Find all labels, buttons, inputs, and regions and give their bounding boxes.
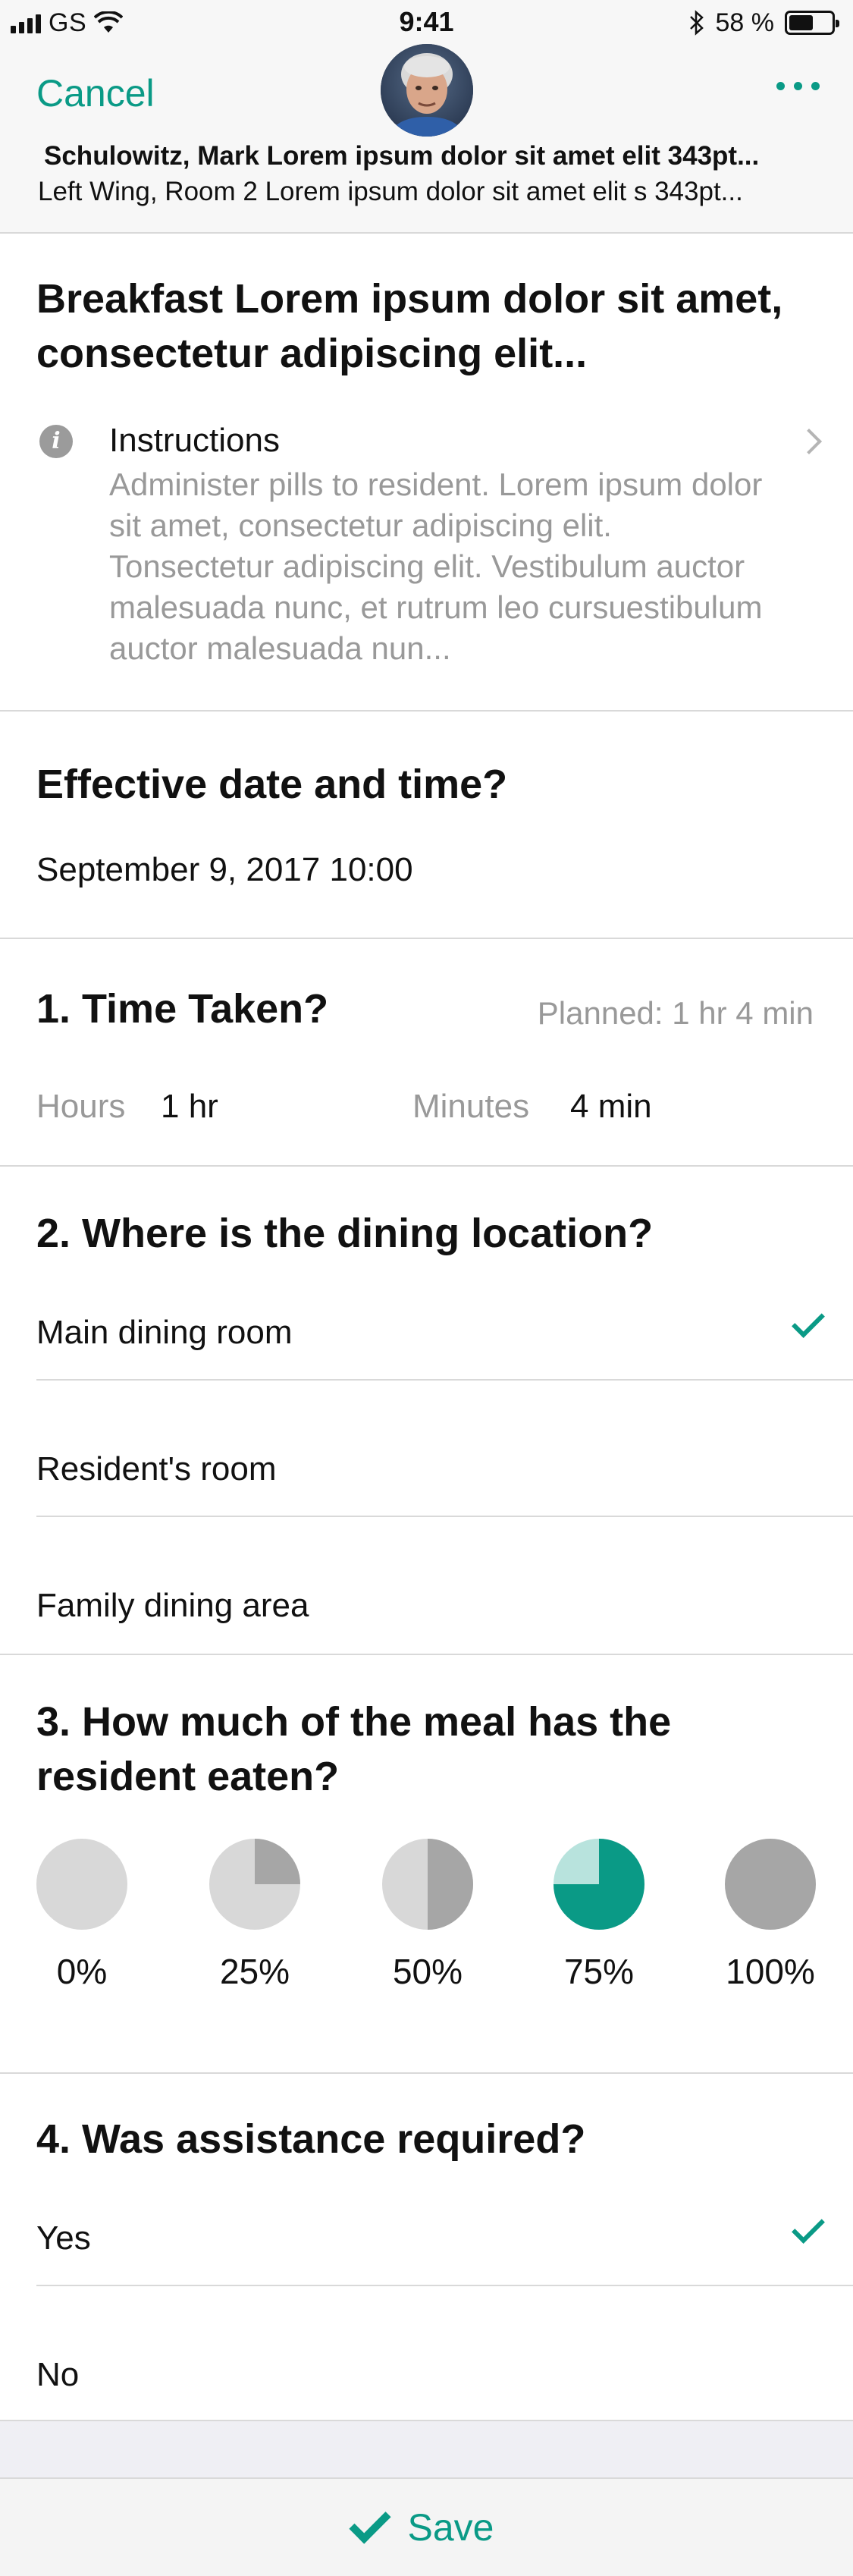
save-label: Save xyxy=(407,2506,494,2549)
patient-location: Left Wing, Room 2 Lorem ipsum dolor sit … xyxy=(38,177,743,206)
pie-slice xyxy=(428,1839,473,1930)
battery-icon xyxy=(785,11,839,35)
pie-background xyxy=(36,1839,127,1930)
more-options-button[interactable] xyxy=(776,82,820,90)
save-button[interactable]: Save xyxy=(0,2477,853,2576)
effective-date-title: Effective date and time? xyxy=(36,762,508,807)
footer-spacer xyxy=(0,2420,853,2477)
minutes-value[interactable]: 4 min xyxy=(570,1088,652,1126)
dining-option-family-area[interactable]: Family dining area xyxy=(0,1517,853,1654)
instructions-text: Administer pills to resident. Lorem ipsu… xyxy=(109,467,763,666)
option-label: Resident's room xyxy=(36,1450,277,1487)
info-icon: i xyxy=(39,425,73,458)
meal-option-label: 25% xyxy=(219,1952,290,1991)
avatar[interactable] xyxy=(381,44,473,137)
meal-option-0-percent[interactable]: 0% xyxy=(29,1839,135,1992)
meal-option-label: 0% xyxy=(56,1952,108,1991)
task-section: Breakfast Lorem ipsum dolor sit amet, co… xyxy=(0,234,853,712)
meal-title: 3. How much of the meal has the resident… xyxy=(36,1699,672,1799)
assistance-section: 4. Was assistance required? Yes No xyxy=(0,2074,853,2420)
meal-option-label: 50% xyxy=(392,1952,463,1991)
hours-value[interactable]: 1 hr xyxy=(161,1088,218,1126)
meal-section: 3. How much of the meal has the resident… xyxy=(0,1655,853,2074)
pie-icon xyxy=(725,1839,816,1930)
instructions-label: Instructions xyxy=(109,422,280,459)
battery-percent: 58 % xyxy=(715,8,775,37)
cancel-button[interactable]: Cancel xyxy=(36,71,155,115)
option-label: No xyxy=(36,2356,80,2393)
pie-icon xyxy=(209,1839,300,1930)
status-right: 58 % xyxy=(688,8,839,38)
meal-option-50-percent[interactable]: 50% xyxy=(375,1839,481,1992)
pie-background xyxy=(725,1839,816,1930)
dining-option-residents-room[interactable]: Resident's room xyxy=(0,1381,853,1517)
check-icon xyxy=(348,2502,391,2544)
planned-time: Planned: 1 hr 4 min xyxy=(537,995,814,1031)
time-taken-section: 1. Time Taken? Planned: 1 hr 4 min Hours… xyxy=(0,939,853,1167)
chevron-right-icon xyxy=(796,429,822,454)
pie-icon xyxy=(382,1839,473,1930)
check-icon xyxy=(792,2210,825,2244)
pie-slice xyxy=(255,1839,300,1884)
nav-header: Cancel Schulowitz, Mark Lorem ipsum dolo… xyxy=(0,44,853,234)
meal-option-label: 100% xyxy=(726,1952,815,1991)
assistance-option-yes[interactable]: Yes xyxy=(0,2150,853,2286)
minutes-label: Minutes xyxy=(412,1088,530,1125)
option-label: Family dining area xyxy=(36,1587,309,1624)
meal-option-25-percent[interactable]: 25% xyxy=(202,1839,308,1992)
meal-option-label: 75% xyxy=(563,1952,635,1991)
battery-fill xyxy=(789,15,814,30)
task-title: Breakfast Lorem ipsum dolor sit amet, co… xyxy=(36,276,783,376)
option-label: Main dining room xyxy=(36,1314,293,1351)
more-dot-icon xyxy=(794,82,802,90)
pie-icon xyxy=(36,1839,127,1930)
assistance-option-no[interactable]: No xyxy=(0,2286,853,2420)
avatar-photo xyxy=(381,44,473,137)
hours-label: Hours xyxy=(36,1088,126,1125)
dining-option-main[interactable]: Main dining room xyxy=(0,1244,853,1381)
meal-option-100-percent[interactable]: 100% xyxy=(717,1839,823,1992)
status-bar: GS 9:41 58 % xyxy=(0,0,853,44)
more-dot-icon xyxy=(776,82,785,90)
meal-option-75-percent[interactable]: 75% xyxy=(546,1839,652,1992)
more-dot-icon xyxy=(811,82,820,90)
option-label: Yes xyxy=(36,2219,91,2257)
bluetooth-icon xyxy=(689,10,704,36)
pie-icon xyxy=(554,1839,644,1930)
effective-date-value[interactable]: September 9, 2017 10:00 xyxy=(36,851,413,889)
dining-section: 2. Where is the dining location? Main di… xyxy=(0,1167,853,1655)
effective-date-section: Effective date and time? September 9, 20… xyxy=(0,712,853,939)
check-icon xyxy=(792,1305,825,1338)
patient-name: Schulowitz, Mark Lorem ipsum dolor sit a… xyxy=(44,141,760,171)
